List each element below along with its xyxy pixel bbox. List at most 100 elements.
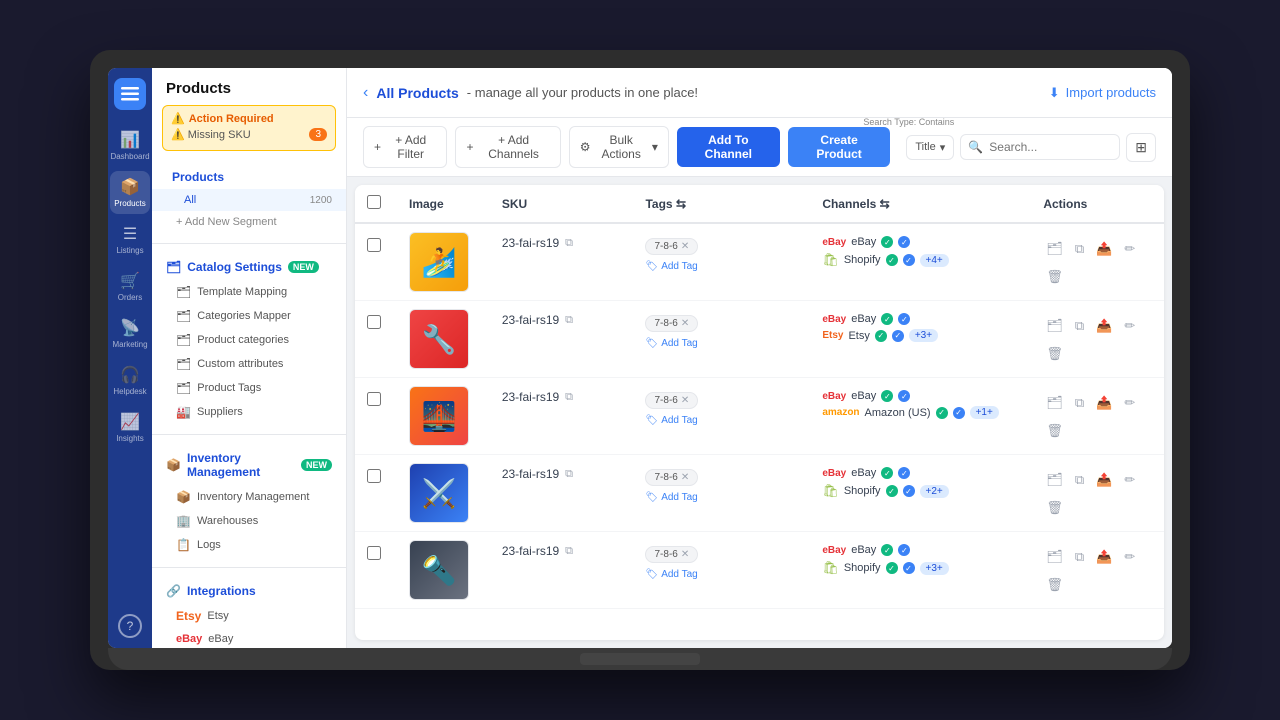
search-input[interactable] xyxy=(960,134,1120,160)
copy-action-button[interactable]: ⧉ xyxy=(1072,392,1087,414)
edit-action-button[interactable]: ✏ xyxy=(1121,238,1138,260)
row-checkbox[interactable] xyxy=(367,469,381,483)
export-action-button[interactable]: 📤 xyxy=(1093,238,1115,260)
nav-warehouses[interactable]: 🏢 Warehouses xyxy=(152,509,346,533)
search-type-select[interactable]: Title ▾ xyxy=(906,135,954,160)
row-sku-cell: 23-fai-rs19 ⧉ xyxy=(490,301,634,378)
template-icon: 🗂 xyxy=(176,285,191,299)
row-checkbox[interactable] xyxy=(367,238,381,252)
edit-action-button[interactable]: ✏ xyxy=(1121,469,1138,491)
products-nav-header[interactable]: Products xyxy=(152,165,346,189)
view-action-button[interactable]: 🗂 xyxy=(1043,392,1066,414)
grid-view-button[interactable]: ⊞ xyxy=(1126,133,1156,162)
edit-action-button[interactable]: ✏ xyxy=(1121,546,1138,568)
edit-action-button[interactable]: ✏ xyxy=(1121,315,1138,337)
delete-action-button[interactable]: 🗑 xyxy=(1043,497,1066,519)
view-action-button[interactable]: 🗂 xyxy=(1043,546,1066,568)
copy-sku-button[interactable]: ⧉ xyxy=(565,391,573,404)
nav-etsy[interactable]: Etsy Etsy xyxy=(152,604,346,628)
add-filter-button[interactable]: + + Add Filter xyxy=(363,126,447,168)
nav-template-mapping[interactable]: 🗂 Template Mapping xyxy=(152,280,346,304)
create-product-button[interactable]: Create Product xyxy=(788,127,891,167)
nav-orders[interactable]: 🛒 Orders xyxy=(110,265,150,308)
nav-marketing[interactable]: 📡 Marketing xyxy=(110,312,150,355)
export-action-button[interactable]: 📤 xyxy=(1093,469,1115,491)
delete-action-button[interactable]: 🗑 xyxy=(1043,266,1066,288)
export-action-button[interactable]: 📤 xyxy=(1093,546,1115,568)
copy-sku-button[interactable]: ⧉ xyxy=(565,237,573,250)
amazon-channel-logo: amazon xyxy=(822,407,859,418)
nav-ebay[interactable]: eBay eBay xyxy=(152,628,346,648)
edit-action-button[interactable]: ✏ xyxy=(1121,392,1138,414)
nav-logs[interactable]: 📋 Logs xyxy=(152,533,346,557)
nav-helpdesk[interactable]: 🎧 Helpdesk xyxy=(110,359,150,402)
tag-remove-button[interactable]: ✕ xyxy=(681,472,689,483)
alert-item-missing-sku[interactable]: ⚠️ Missing SKU 3 xyxy=(171,125,327,144)
bulk-actions-button[interactable]: ⚙ Bulk Actions ▾ xyxy=(569,126,669,168)
copy-sku-button[interactable]: ⧉ xyxy=(565,545,573,558)
copy-action-button[interactable]: ⧉ xyxy=(1072,469,1087,491)
more-channels-badge[interactable]: +1+ xyxy=(970,406,999,419)
row-checkbox[interactable] xyxy=(367,392,381,406)
add-tag-button[interactable]: 🏷 Add Tag xyxy=(645,490,798,503)
channels-settings-icon[interactable]: ⇆ xyxy=(880,197,890,211)
nav-product-categories[interactable]: 🗂 Product categories xyxy=(152,328,346,352)
row-actions-cell: 🗂 ⧉ 📤 ✏ 🗑 xyxy=(1031,455,1164,532)
add-tag-button[interactable]: 🏷 Add Tag xyxy=(645,259,798,272)
tags-settings-icon[interactable]: ⇆ xyxy=(676,197,686,211)
copy-sku-button[interactable]: ⧉ xyxy=(565,468,573,481)
nav-dashboard[interactable]: 📊 Dashboard xyxy=(110,124,150,167)
copy-action-button[interactable]: ⧉ xyxy=(1072,315,1087,337)
add-tag-button[interactable]: 🏷 Add Tag xyxy=(645,567,798,580)
more-channels-badge[interactable]: +3+ xyxy=(920,562,949,575)
ebay-status-2: ✓ xyxy=(898,236,910,248)
tag-remove-button[interactable]: ✕ xyxy=(681,549,689,560)
add-tag-button[interactable]: 🏷 Add Tag xyxy=(645,413,798,426)
nav-insights[interactable]: 📈 Insights xyxy=(110,406,150,449)
view-action-button[interactable]: 🗂 xyxy=(1043,315,1066,337)
add-channels-button[interactable]: + + Add Channels xyxy=(455,126,560,168)
more-channels-badge[interactable]: +4+ xyxy=(920,254,949,267)
logo-button[interactable] xyxy=(114,78,146,110)
integrations-header[interactable]: 🔗 Integrations xyxy=(152,578,346,604)
more-channels-badge[interactable]: +3+ xyxy=(909,329,938,342)
copy-action-button[interactable]: ⧉ xyxy=(1072,238,1087,260)
add-segment-button[interactable]: + Add New Segment xyxy=(152,211,346,233)
products-all-item[interactable]: All 1200 xyxy=(152,189,346,211)
ebay-status-2: ✓ xyxy=(898,313,910,325)
export-action-button[interactable]: 📤 xyxy=(1093,392,1115,414)
select-all-checkbox[interactable] xyxy=(367,195,381,209)
help-button[interactable]: ? xyxy=(118,614,142,638)
add-channels-icon: + xyxy=(466,140,473,154)
nav-dashboard-label: Dashboard xyxy=(110,152,149,161)
delete-action-button[interactable]: 🗑 xyxy=(1043,574,1066,596)
nav-listings[interactable]: ☰ Listings xyxy=(110,218,150,261)
copy-sku-button[interactable]: ⧉ xyxy=(565,314,573,327)
tag-remove-button[interactable]: ✕ xyxy=(681,241,689,252)
nav-categories-mapper[interactable]: 🗂 Categories Mapper xyxy=(152,304,346,328)
more-channels-badge[interactable]: +2+ xyxy=(920,485,949,498)
tag-remove-button[interactable]: ✕ xyxy=(681,318,689,329)
row-checkbox[interactable] xyxy=(367,546,381,560)
nav-custom-attributes[interactable]: 🗂 Custom attributes xyxy=(152,352,346,376)
nav-product-tags[interactable]: 🗂 Product Tags xyxy=(152,376,346,400)
inventory-management-header[interactable]: 📦 Inventory Management NEW xyxy=(152,445,346,485)
nav-suppliers[interactable]: 🏭 Suppliers xyxy=(152,400,346,424)
export-action-button[interactable]: 📤 xyxy=(1093,315,1115,337)
delete-action-button[interactable]: 🗑 xyxy=(1043,420,1066,442)
view-action-button[interactable]: 🗂 xyxy=(1043,238,1066,260)
catalog-settings-header[interactable]: 🗂 Catalog Settings NEW xyxy=(152,254,346,280)
add-to-channel-button[interactable]: Add To Channel xyxy=(677,127,780,167)
back-button[interactable]: ‹ xyxy=(363,84,368,102)
import-products-button[interactable]: ⬇ Import products xyxy=(1049,85,1156,101)
tag-remove-button[interactable]: ✕ xyxy=(681,395,689,406)
import-label: Import products xyxy=(1066,85,1156,100)
nav-inventory-management[interactable]: 📦 Inventory Management xyxy=(152,485,346,509)
delete-action-button[interactable]: 🗑 xyxy=(1043,343,1066,365)
add-tag-button[interactable]: 🏷 Add Tag xyxy=(645,336,798,349)
row-channels-cell: eBay eBay ✓ ✓ 🛍 Shopify ✓ xyxy=(810,223,1031,301)
nav-products[interactable]: 📦 Products xyxy=(110,171,150,214)
copy-action-button[interactable]: ⧉ xyxy=(1072,546,1087,568)
row-checkbox[interactable] xyxy=(367,315,381,329)
view-action-button[interactable]: 🗂 xyxy=(1043,469,1066,491)
